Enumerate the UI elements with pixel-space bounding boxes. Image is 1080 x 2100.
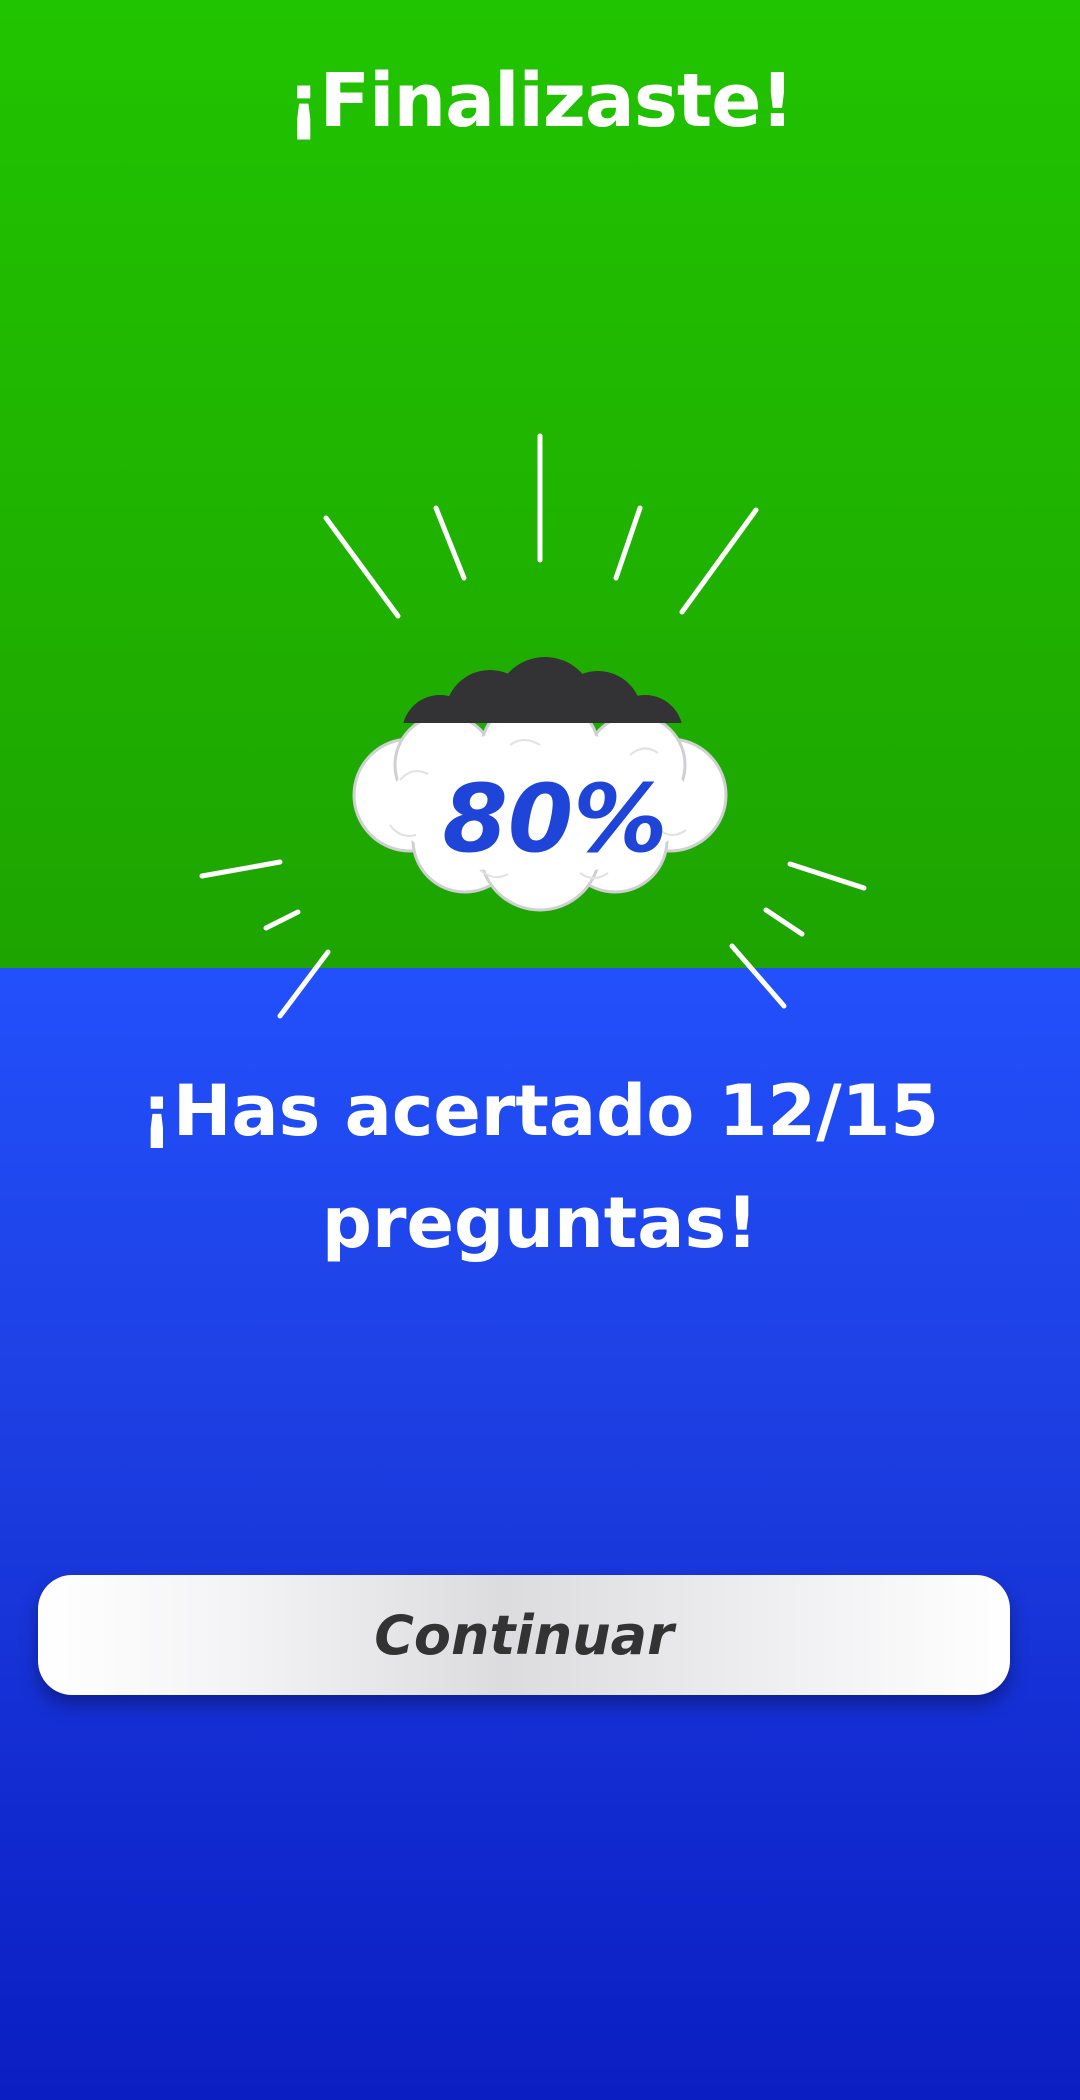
ray [277,949,331,1019]
ray [263,909,301,931]
ray [787,861,867,891]
ray [613,505,643,581]
score-percentage: 80% [442,765,668,874]
sunburst-rays [199,433,867,1019]
ray [323,515,401,619]
continue-button[interactable]: Continuar [38,1575,1010,1695]
ray [433,505,467,581]
ray [199,859,283,879]
ray [679,507,759,615]
ray [729,943,787,1009]
ray [763,907,805,937]
result-message: ¡Has acertado 12/15 preguntas! [140,1070,940,1264]
